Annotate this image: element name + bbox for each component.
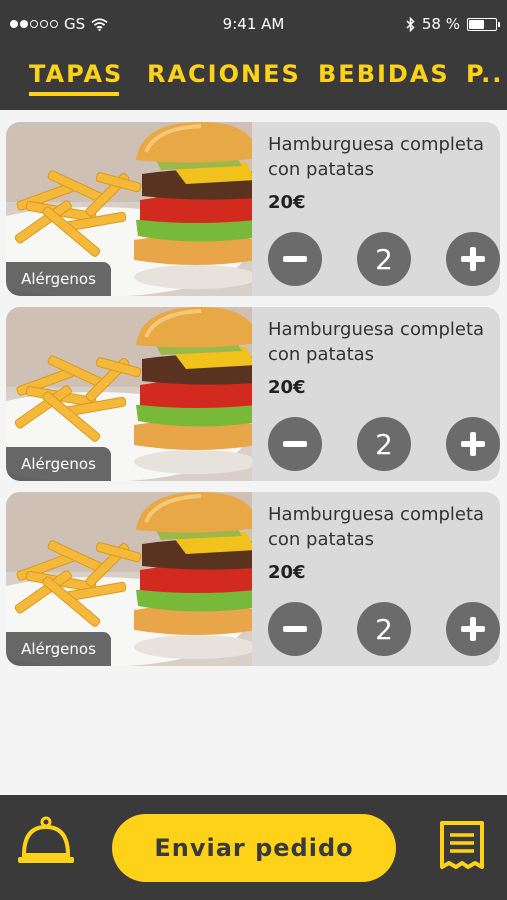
- quantity-value: 2: [357, 232, 411, 286]
- product-info: Hamburguesa completa con patatas 20€: [268, 317, 496, 398]
- product-photo: Alérgenos: [6, 122, 252, 296]
- tab-bebidas[interactable]: BEBIDAS: [318, 60, 450, 88]
- minus-icon: [283, 626, 307, 632]
- product-card: Alérgenos Hamburguesa completa con patat…: [6, 122, 500, 296]
- decrease-button[interactable]: [268, 602, 322, 656]
- allergens-button[interactable]: Alérgenos: [6, 447, 111, 481]
- category-tabs: TAPAS RACIONES BEBIDAS P..: [0, 48, 507, 110]
- product-name: Hamburguesa completa con patatas: [268, 134, 485, 180]
- plus-icon: [461, 432, 485, 456]
- product-price: 20€: [268, 562, 306, 583]
- increase-button[interactable]: [446, 232, 500, 286]
- quantity-value: 2: [357, 602, 411, 656]
- receipt-icon[interactable]: [436, 821, 488, 871]
- minus-icon: [283, 256, 307, 262]
- quantity-text: 2: [375, 612, 393, 646]
- minus-icon: [283, 441, 307, 447]
- quantity-stepper: 2: [262, 417, 500, 471]
- product-info: Hamburguesa completa con patatas 20€: [268, 502, 496, 583]
- product-price: 20€: [268, 192, 306, 213]
- allergens-button[interactable]: Alérgenos: [6, 632, 111, 666]
- product-card: Alérgenos Hamburguesa completa con patat…: [6, 307, 500, 481]
- status-right: 58 %: [406, 15, 500, 33]
- plus-icon: [461, 617, 485, 641]
- quantity-stepper: 2: [262, 602, 500, 656]
- allergens-button[interactable]: Alérgenos: [6, 262, 111, 296]
- bluetooth-icon: [406, 16, 415, 32]
- product-name: Hamburguesa completa con patatas: [268, 504, 485, 550]
- service-bell-icon[interactable]: [16, 815, 76, 870]
- quantity-text: 2: [375, 242, 393, 276]
- app-header: GS 9:41 AM 58 % TAPAS RACIONES BEBIDAS P…: [0, 0, 507, 110]
- bottom-bar: Enviar pedido: [0, 795, 507, 900]
- status-bar: GS 9:41 AM 58 %: [0, 0, 507, 48]
- tab-raciones[interactable]: RACIONES: [147, 60, 301, 88]
- product-name: Hamburguesa completa con patatas: [268, 319, 485, 365]
- product-photo: Alérgenos: [6, 307, 252, 481]
- quantity-text: 2: [375, 427, 393, 461]
- plus-icon: [461, 247, 485, 271]
- quantity-value: 2: [357, 417, 411, 471]
- increase-button[interactable]: [446, 417, 500, 471]
- product-photo: Alérgenos: [6, 492, 252, 666]
- product-card: Alérgenos Hamburguesa completa con patat…: [6, 492, 500, 666]
- decrease-button[interactable]: [268, 417, 322, 471]
- send-order-button[interactable]: Enviar pedido: [112, 814, 396, 882]
- quantity-stepper: 2: [262, 232, 500, 286]
- product-info: Hamburguesa completa con patatas 20€: [268, 132, 496, 213]
- battery-percent: 58 %: [421, 15, 460, 33]
- decrease-button[interactable]: [268, 232, 322, 286]
- tab-more[interactable]: P..: [466, 60, 503, 88]
- tab-tapas[interactable]: TAPAS: [29, 60, 123, 96]
- product-list: Alérgenos Hamburguesa completa con patat…: [0, 110, 507, 795]
- product-price: 20€: [268, 377, 306, 398]
- increase-button[interactable]: [446, 602, 500, 656]
- battery-icon: [467, 17, 500, 31]
